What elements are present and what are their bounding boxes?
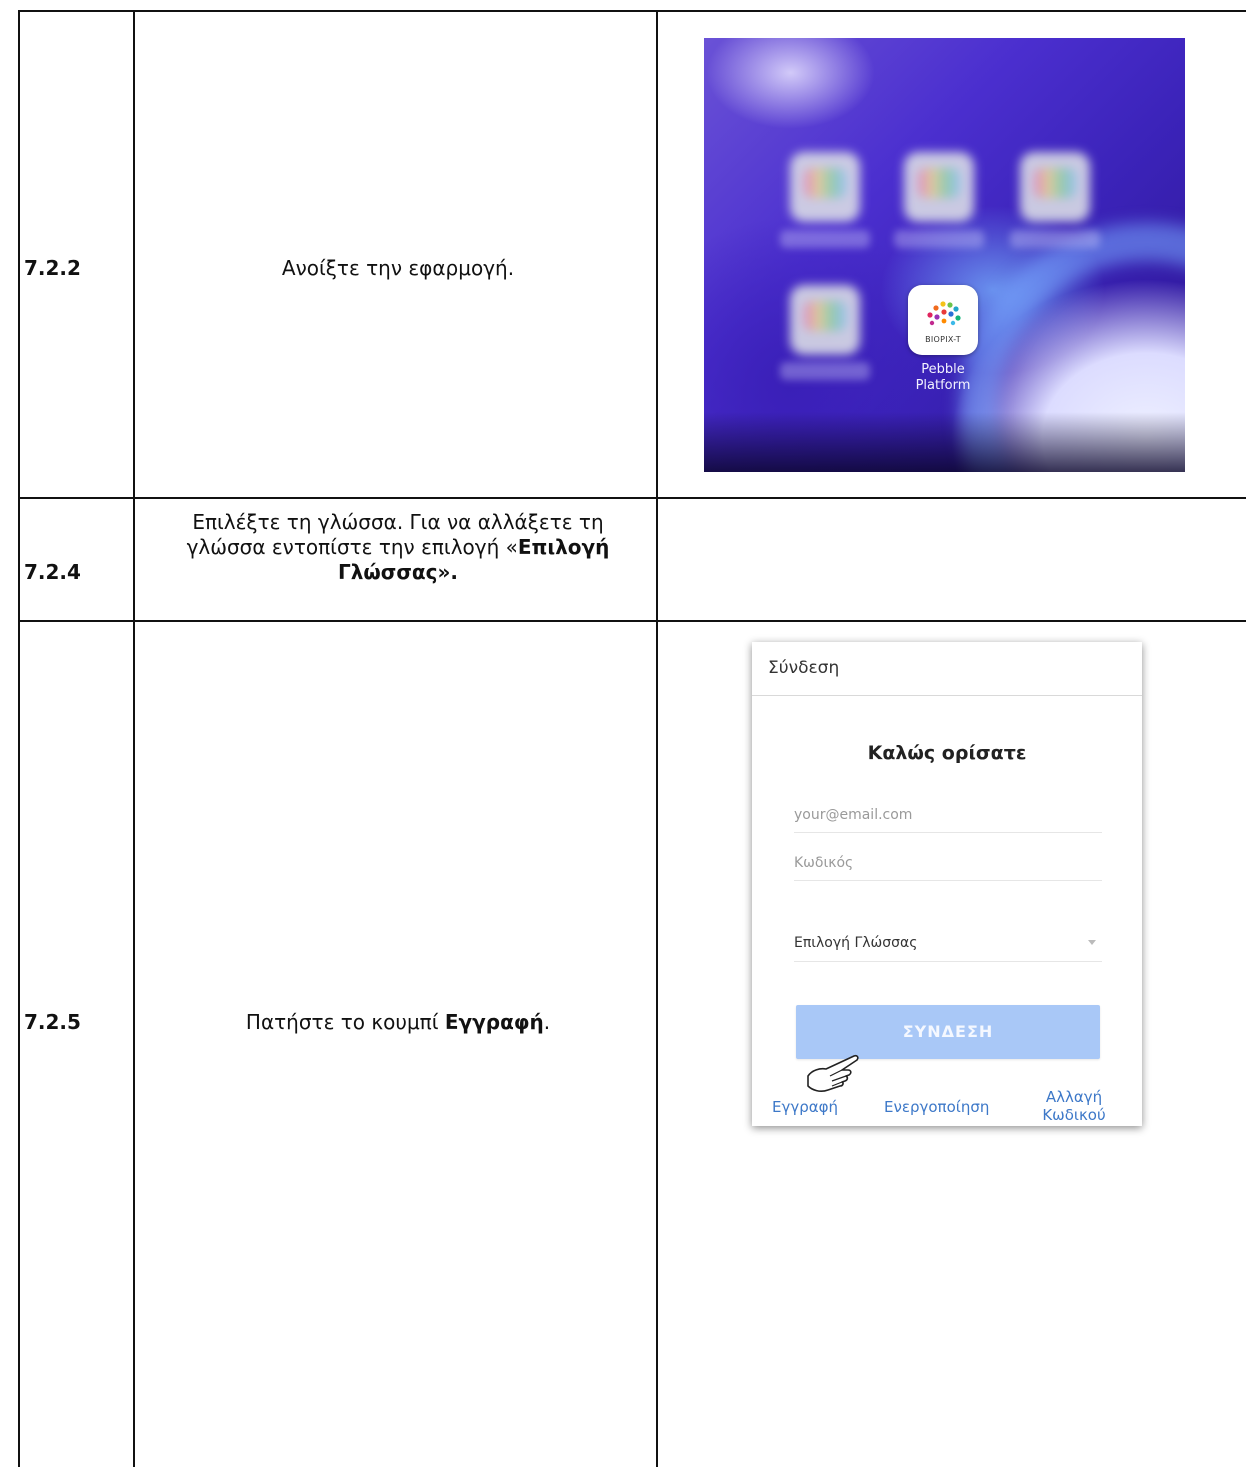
table-divider-col1: [133, 10, 135, 1467]
language-select-value: Επιλογή Γλώσσας: [794, 935, 918, 951]
blurred-app-icon: [904, 152, 974, 222]
blurred-app-icon: [790, 285, 860, 355]
app-brand-text: BIOPIX-T: [925, 335, 961, 344]
change-password-line1: Αλλαγή: [1045, 1088, 1103, 1106]
register-link[interactable]: Εγγραφή: [772, 1098, 838, 1116]
table-divider-row1: [18, 497, 1246, 499]
step-number: 7.2.2: [24, 256, 81, 280]
instruction-bold: Εγγραφή: [444, 1010, 544, 1034]
instruction-line: Γλώσσας».: [140, 560, 656, 585]
activate-link[interactable]: Ενεργοποίηση: [884, 1098, 989, 1116]
password-field[interactable]: [794, 846, 1102, 881]
blurred-app-label: [1010, 230, 1100, 248]
pebble-platform-app-icon[interactable]: BIOPIX-T: [908, 285, 978, 355]
blurred-app-icon: [790, 152, 860, 222]
step-number: 7.2.5: [24, 1010, 81, 1034]
table-border-top: [18, 10, 1246, 12]
instruction-text: γλώσσα εντοπίστε την επιλογή «: [186, 535, 518, 559]
instruction-line: Επιλέξτε τη γλώσσα. Για να αλλάξετε τη: [192, 510, 604, 534]
step-instruction: Ανοίξτε την εφαρμογή.: [281, 256, 515, 280]
app-bar-title: Σύνδεση: [768, 658, 840, 678]
wallpaper-shade: [704, 412, 1185, 472]
email-field[interactable]: [794, 798, 1102, 833]
home-screen-screenshot: BIOPIX-T Pebble Platform: [704, 38, 1185, 472]
app-label: Pebble Platform: [888, 362, 998, 394]
login-button[interactable]: ΣΥΝΔΕΣΗ: [796, 1005, 1100, 1059]
blurred-app-label: [780, 230, 870, 248]
blurred-app-label: [894, 230, 984, 248]
instruction-bold: Επιλογή: [517, 535, 610, 559]
instruction-text: Πατήστε το κουμπί: [245, 1010, 445, 1034]
table-divider-col2: [656, 10, 658, 1467]
pointing-hand-icon: [807, 1054, 859, 1093]
app-bar: Σύνδεση: [752, 642, 1142, 696]
table-divider-row2: [18, 620, 1246, 622]
app-label-line2: Platform: [915, 378, 971, 393]
table-border-left: [18, 10, 20, 1467]
welcome-heading: Καλώς ορίσατε: [867, 742, 1027, 764]
blurred-app-icon: [1020, 152, 1090, 222]
app-label-line1: Pebble: [921, 362, 965, 377]
step-number: 7.2.4: [24, 560, 81, 584]
change-password-link[interactable]: Αλλαγή Κωδικού: [1034, 1088, 1114, 1124]
instruction-text: .: [543, 1010, 551, 1034]
change-password-line2: Κωδικού: [1042, 1106, 1106, 1124]
dots-logo-icon: [927, 301, 961, 326]
blurred-app-label: [780, 362, 870, 380]
instruction-line: γλώσσα εντοπίστε την επιλογή «Επιλογή: [140, 535, 656, 560]
step-instruction: Επιλέξτε τη γλώσσα. Για να αλλάξετε τη γ…: [140, 510, 656, 585]
login-screen-screenshot: Σύνδεση Καλώς ορίσατε Επιλογή Γλώσσας ΣΥ…: [752, 642, 1142, 1126]
instruction-bold: Γλώσσας».: [337, 560, 459, 584]
step-instruction: Πατήστε το κουμπί Εγγραφή.: [140, 1010, 656, 1035]
language-select[interactable]: Επιλογή Γλώσσας: [794, 927, 1102, 962]
dropdown-arrow-icon: [1088, 940, 1096, 945]
